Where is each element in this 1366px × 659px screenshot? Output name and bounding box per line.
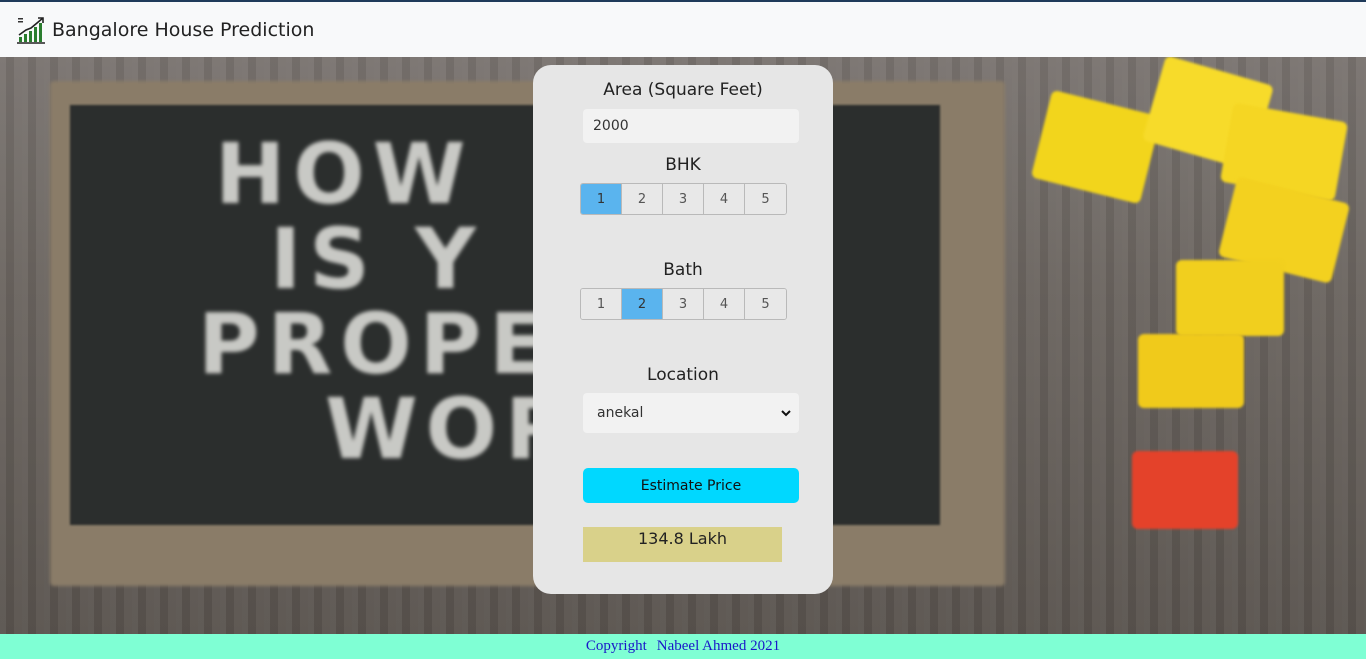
red-block <box>1132 451 1238 529</box>
chart-growth-icon <box>17 16 45 44</box>
chalk-text-line: IS Y <box>270 210 484 308</box>
bath-option-4[interactable]: 4 <box>704 289 745 319</box>
estimated-price-result: 134.8 Lakh <box>583 527 782 562</box>
bath-selector: 1 2 3 4 5 <box>580 288 787 320</box>
brand-title[interactable]: Bangalore House Prediction <box>52 19 314 41</box>
bath-label: Bath <box>663 260 703 280</box>
yellow-block <box>1030 89 1162 205</box>
bhk-label: BHK <box>665 155 701 175</box>
location-label: Location <box>647 365 719 385</box>
area-label: Area (Square Feet) <box>603 80 763 100</box>
navbar: Bangalore House Prediction <box>0 0 1366 57</box>
estimate-price-button[interactable]: Estimate Price <box>583 468 799 503</box>
yellow-block <box>1138 334 1244 408</box>
footer: Copyright Nabeel Ahmed 2021 <box>0 634 1366 659</box>
bhk-option-2[interactable]: 2 <box>622 184 663 214</box>
chevron-down-icon <box>781 410 791 417</box>
footer-author: Nabeel Ahmed 2021 <box>656 638 781 654</box>
location-value: anekal <box>597 405 644 421</box>
bhk-option-4[interactable]: 4 <box>704 184 745 214</box>
bath-option-1[interactable]: 1 <box>581 289 622 319</box>
bath-option-3[interactable]: 3 <box>663 289 704 319</box>
bhk-option-3[interactable]: 3 <box>663 184 704 214</box>
bhk-selector: 1 2 3 4 5 <box>580 183 787 215</box>
bhk-option-1[interactable]: 1 <box>581 184 622 214</box>
copyright-label: Copyright <box>585 638 647 654</box>
bath-option-2[interactable]: 2 <box>622 289 663 319</box>
yellow-block <box>1176 260 1284 336</box>
bath-option-5[interactable]: 5 <box>745 289 786 319</box>
location-select[interactable]: anekal <box>583 393 799 433</box>
bhk-option-5[interactable]: 5 <box>745 184 786 214</box>
chalk-text-line: HOW <box>215 125 474 223</box>
area-input[interactable] <box>583 109 799 143</box>
chalk-text-line: PROPE <box>198 295 555 393</box>
prediction-form-card: Area (Square Feet) BHK 1 2 3 4 5 Bath 1 … <box>533 65 833 594</box>
